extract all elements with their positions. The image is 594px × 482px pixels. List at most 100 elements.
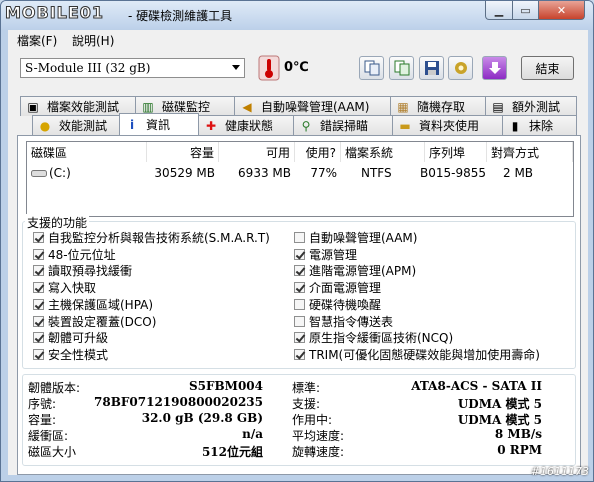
info-label: 標準:	[292, 381, 321, 395]
feature-label: 裝置設定覆蓋(DCO)	[48, 314, 157, 329]
drive-select[interactable]: S-Module III (32 gB)	[20, 58, 245, 78]
checkbox-checked-icon[interactable]	[294, 282, 305, 294]
partition-list[interactable]: 磁碟區 容量 可用 使用? 檔案系統 序列埠 對齊方式 (C:) 30529 M…	[26, 141, 574, 217]
menu-help[interactable]: 說明(H)	[72, 32, 114, 49]
col-volume[interactable]: 磁碟區	[27, 142, 147, 162]
feature-checkbox[interactable]: 硬碟待機喚醒	[294, 296, 381, 313]
file-benchmark-icon: ▣	[27, 99, 39, 114]
col-capacity[interactable]: 容量	[147, 142, 219, 162]
copy-all-icon	[394, 60, 409, 76]
red-cross-icon: ✚	[205, 118, 217, 133]
feature-checkbox[interactable]: 電源管理	[294, 246, 357, 263]
checkbox-checked-icon[interactable]	[33, 332, 44, 344]
drive-select-value: S-Module III (32 gB)	[25, 61, 151, 75]
feature-checkbox[interactable]: 自我監控分析與報告技術系統(S.M.A.R.T)	[33, 229, 270, 246]
info-panel: 磁碟區 容量 可用 使用? 檔案系統 序列埠 對齊方式 (C:) 30529 M…	[17, 135, 581, 475]
menu-bar: 檔案(F) 說明(H)	[8, 30, 588, 50]
checkbox-checked-icon[interactable]	[33, 248, 44, 260]
info-label: 平均速度:	[292, 429, 345, 443]
info-label: 支援:	[292, 397, 321, 411]
info-value: S5FBM004	[188, 379, 263, 393]
feature-checkbox[interactable]: 裝置設定覆蓋(DCO)	[33, 313, 156, 330]
tab-info[interactable]: i 資訊	[119, 113, 199, 135]
feature-checkbox[interactable]: TRIM(可優化固態硬碟效能與增加使用壽命)	[294, 346, 540, 363]
checkbox-checked-icon[interactable]	[33, 265, 44, 277]
checkbox-checked-icon[interactable]	[294, 248, 305, 260]
feature-checkbox[interactable]: 讀取預尋找緩衝	[33, 262, 132, 279]
feature-checkbox[interactable]: 自動噪聲管理(AAM)	[294, 229, 417, 246]
col-serial[interactable]: 序列埠	[425, 142, 487, 162]
maximize-icon: ▭	[520, 3, 531, 17]
exit-button[interactable]: 結束	[521, 56, 574, 80]
checkbox-checked-icon[interactable]	[294, 265, 305, 277]
checkbox-checked-icon[interactable]	[294, 348, 305, 360]
feature-label: 主機保護區域(HPA)	[48, 297, 154, 312]
tab-folder-usage[interactable]: ▬ 資料夾使用	[392, 115, 503, 135]
checkbox-unchecked-icon[interactable]	[294, 232, 305, 243]
tab-random-access[interactable]: ▦ 隨機存取	[390, 96, 486, 116]
checkbox-unchecked-icon[interactable]	[294, 298, 305, 310]
tab-error-scan[interactable]: ⚲ 錯誤掃瞄	[293, 115, 393, 135]
feature-checkbox[interactable]: 進階電源管理(APM)	[294, 262, 416, 279]
feature-checkbox[interactable]: 介面電源管理	[294, 279, 381, 296]
app-window: MOBILE01 - 硬碟檢測維護工具 ▁ ▭ ✕ 檔案(F) 說明(H) S-…	[0, 0, 594, 482]
tab-benchmark[interactable]: ● 效能測試	[32, 115, 120, 135]
download-button[interactable]	[482, 56, 507, 80]
feature-checkbox[interactable]: 48-位元位址	[33, 246, 116, 263]
window-title: - 硬碟檢測維護工具	[128, 9, 233, 23]
tab-health[interactable]: ✚ 健康狀態	[198, 115, 294, 135]
save-button[interactable]	[419, 56, 444, 80]
cell-capacity: 30529 MB	[154, 166, 215, 180]
feature-checkbox[interactable]: 原生指令緩衝區技術(NCQ)	[294, 329, 453, 346]
options-button[interactable]	[448, 56, 473, 80]
checkbox-unchecked-icon[interactable]	[294, 315, 305, 327]
title-bar[interactable]: MOBILE01 - 硬碟檢測維護工具 ▁ ▭ ✕	[1, 1, 593, 29]
col-free[interactable]: 可用	[219, 142, 295, 162]
gear-icon	[454, 62, 467, 74]
col-filesystem[interactable]: 檔案系統	[341, 142, 425, 162]
minimize-button[interactable]: ▁	[485, 1, 513, 20]
cell-alignment: 2 MB	[503, 166, 534, 180]
tab-extra-tests[interactable]: ▤ 額外測試	[485, 96, 577, 116]
col-alignment[interactable]: 對齊方式	[487, 142, 573, 162]
copy-all-button[interactable]	[389, 56, 414, 80]
info-label: 作用中:	[292, 413, 333, 427]
copy-button[interactable]	[359, 56, 384, 80]
feature-label: 自我監控分析與報告技術系統(S.M.A.R.T)	[48, 231, 270, 245]
feature-checkbox[interactable]: 韌體可升級	[33, 329, 108, 346]
feature-label: 寫入快取	[48, 281, 97, 296]
info-value: UDMA 模式 5	[457, 397, 542, 411]
tab-erase[interactable]: ▮ 抹除	[502, 115, 577, 135]
menu-file[interactable]: 檔案(F)	[17, 32, 57, 49]
feature-label: TRIM(可優化固態硬碟效能與增加使用壽命)	[309, 347, 540, 362]
checkbox-checked-icon[interactable]	[33, 315, 44, 327]
checkbox-checked-icon[interactable]	[33, 282, 44, 294]
watermark: #1611173	[530, 465, 589, 478]
close-button[interactable]: ✕	[538, 1, 585, 20]
col-used[interactable]: 使用?	[295, 142, 341, 162]
arrow-down-icon	[488, 62, 501, 74]
info-label: 磁區大小	[28, 445, 77, 459]
drive-icon	[31, 170, 47, 177]
cell-filesystem: NTFS	[361, 166, 392, 180]
feature-label: 硬碟待機喚醒	[309, 297, 382, 312]
feature-label: 安全性模式	[48, 347, 109, 362]
checkbox-checked-icon[interactable]	[294, 332, 305, 344]
feature-checkbox[interactable]: 寫入快取	[33, 279, 96, 296]
maximize-button[interactable]: ▭	[512, 1, 539, 20]
feature-checkbox[interactable]: 安全性模式	[33, 346, 108, 363]
checkbox-checked-icon[interactable]	[33, 298, 44, 310]
close-icon: ✕	[556, 3, 567, 17]
tab-aam[interactable]: ◀ 自動噪聲管理(AAM)	[234, 96, 391, 116]
extra-tests-icon: ▤	[492, 99, 504, 114]
info-value: 32.0 gB (29.8 GB)	[141, 411, 263, 425]
info-label: 韌體版本:	[28, 381, 81, 395]
magnifier-icon: ⚲	[301, 118, 311, 133]
floppy-icon	[424, 61, 439, 75]
feature-checkbox[interactable]: 主機保護區域(HPA)	[33, 296, 153, 313]
checkbox-checked-icon[interactable]	[33, 348, 44, 360]
feature-checkbox[interactable]: 智慧指令傳送表	[294, 313, 393, 330]
thermometer-icon	[258, 55, 280, 81]
checkbox-checked-icon[interactable]	[33, 232, 44, 243]
main-client: S-Module III (32 gB) 0℃ 結束 ▣ 檔案效能測試 ▥ 磁碟監控	[8, 50, 588, 475]
